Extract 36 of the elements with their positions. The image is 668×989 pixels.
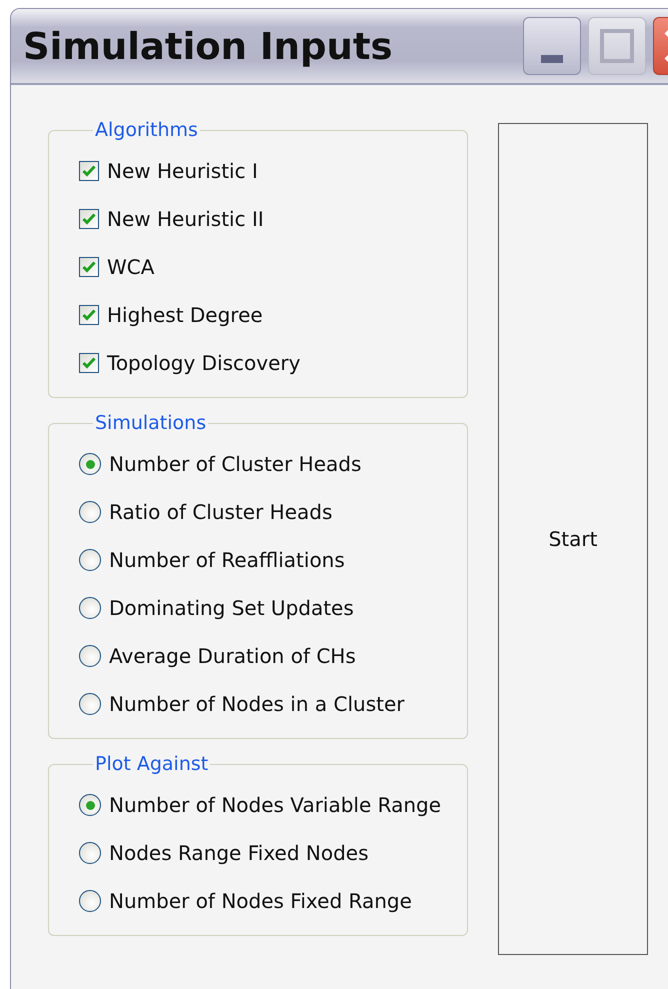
option-label[interactable]: Nodes Range Fixed Nodes (109, 841, 369, 865)
minimize-icon (541, 55, 563, 63)
option-label[interactable]: New Heuristic II (107, 207, 264, 231)
option-label[interactable]: WCA (107, 255, 154, 279)
option-label[interactable]: Dominating Set Updates (109, 596, 354, 620)
radio-button[interactable] (79, 597, 101, 619)
checkbox[interactable] (79, 161, 99, 181)
radio-button[interactable] (79, 794, 101, 816)
maximize-icon (600, 29, 634, 63)
radio-button[interactable] (79, 453, 101, 475)
radio-button[interactable] (79, 645, 101, 667)
checkbox[interactable] (79, 305, 99, 325)
radio-button[interactable] (79, 693, 101, 715)
checkbox[interactable] (79, 257, 99, 277)
option-label[interactable]: Number of Nodes in a Cluster (109, 692, 404, 716)
option-label[interactable]: Topology Discovery (107, 351, 300, 375)
option-label[interactable]: Highest Degree (107, 303, 263, 327)
option-label[interactable]: New Heuristic I (107, 159, 258, 183)
group-title: Algorithms (94, 119, 199, 141)
start-button[interactable]: Start (498, 123, 648, 955)
option-label[interactable]: Number of Cluster Heads (109, 452, 362, 476)
window-title: Simulation Inputs (23, 24, 394, 68)
checkbox[interactable] (79, 209, 99, 229)
radio-button[interactable] (79, 501, 101, 523)
option-label[interactable]: Average Duration of CHs (109, 644, 356, 668)
option-label[interactable]: Number of Nodes Variable Range (109, 793, 442, 817)
group-title: Plot Against (94, 753, 210, 775)
option-label[interactable]: Number of Nodes Fixed Range (109, 889, 412, 913)
radio-button[interactable] (79, 890, 101, 912)
option-label[interactable]: Ratio of Cluster Heads (109, 500, 332, 524)
radio-button[interactable] (79, 549, 101, 571)
radio-button[interactable] (79, 842, 101, 864)
group-title: Simulations (94, 412, 208, 434)
option-label[interactable]: Number of Reaffliations (109, 548, 345, 572)
checkbox[interactable] (79, 353, 99, 373)
minimize-button[interactable] (523, 17, 581, 75)
